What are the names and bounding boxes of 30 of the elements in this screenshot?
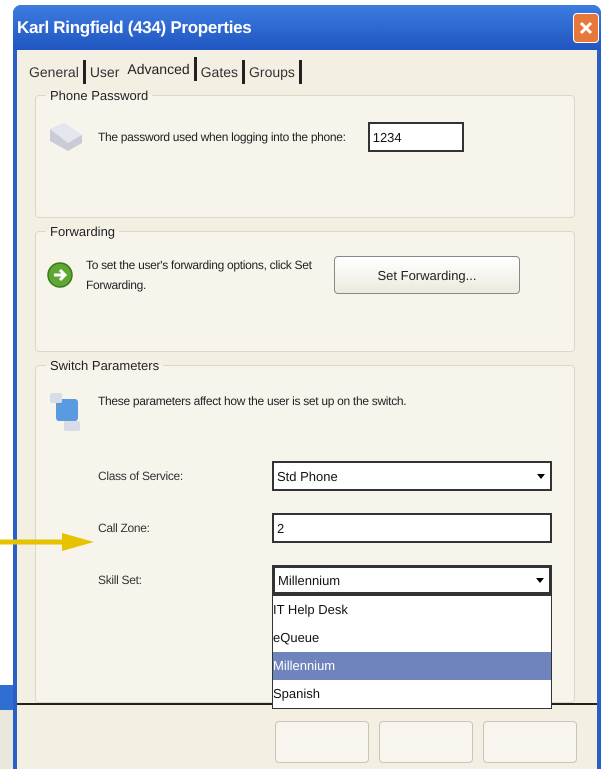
dropdown-option[interactable]: Millennium [273, 652, 551, 680]
tab[interactable]: User [86, 60, 124, 84]
dialog-button[interactable] [483, 721, 577, 763]
tab[interactable]: Gates [196, 60, 246, 84]
description-text: To set the user's forwarding options, click Set Forwarding. [86, 257, 313, 294]
call-zone-field[interactable]: 2 [272, 513, 552, 543]
description-text: These parameters affect how the user is set up on the switch. [98, 393, 408, 410]
dialog-button[interactable] [379, 721, 473, 763]
dialog-button[interactable] [275, 721, 369, 763]
dropdown[interactable]: Millennium [272, 565, 552, 595]
dropdown-option[interactable]: eQueue [273, 624, 551, 652]
password-field[interactable]: 1234 [368, 122, 464, 152]
window-title: Karl Ringfield (434) Properties [17, 18, 252, 38]
dropdown[interactable]: Std Phone [272, 461, 552, 491]
set-forwarding-button[interactable]: Set Forwarding... [334, 256, 520, 294]
group-title: Switch Parameters [49, 358, 160, 373]
group-title: Forwarding [49, 224, 116, 239]
field-label: Call Zone: [98, 521, 151, 535]
dropdown-option[interactable]: Spanish [273, 680, 551, 708]
tab[interactable]: Groups [245, 60, 302, 84]
tab[interactable]: Advanced [123, 57, 197, 81]
group-title: Phone Password [49, 88, 150, 103]
tab[interactable]: General [25, 60, 86, 84]
field-label: Skill Set: [98, 573, 143, 587]
close-button[interactable] [573, 12, 599, 42]
dropdown-option[interactable]: IT Help Desk [273, 596, 551, 624]
description-text: The password used when logging into the phone: [98, 129, 346, 146]
close-icon [578, 20, 594, 36]
arrow-circle-icon [46, 261, 74, 289]
field-label: Class of Service: [98, 469, 184, 483]
